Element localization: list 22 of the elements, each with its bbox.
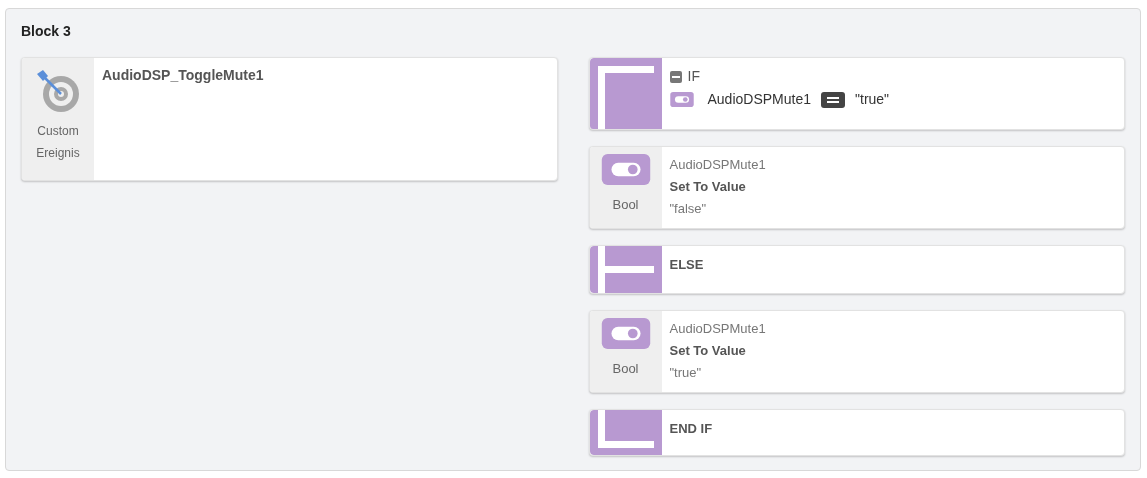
- type-label: Custom Ereignis: [35, 123, 81, 162]
- type-label: Bool: [612, 360, 639, 378]
- else-label: ELSE: [668, 256, 704, 274]
- action-label: Set To Value: [669, 178, 747, 196]
- value-text: "true": [669, 364, 703, 382]
- toggle-icon: [600, 154, 651, 185]
- variable-name: AudioDSPMute1: [669, 320, 766, 338]
- event-name: AudioDSP_ToggleMute1: [101, 66, 264, 85]
- variable-name: AudioDSPMute1: [669, 156, 766, 174]
- dartboard-icon: [35, 68, 81, 114]
- block-title: Block 3: [21, 22, 72, 41]
- variable-name: AudioDSPMute1: [707, 90, 811, 109]
- equals-icon: [821, 91, 845, 108]
- end-if-label: END IF: [668, 420, 713, 438]
- type-label: Bool: [612, 196, 639, 214]
- value-text: "false": [669, 200, 708, 218]
- action-label: Set To Value: [669, 342, 747, 360]
- condition-value: "true": [855, 90, 890, 109]
- toggle-icon: [669, 92, 694, 107]
- toggle-icon: [600, 318, 651, 349]
- if-label: IF: [687, 67, 700, 86]
- collapse-icon[interactable]: [669, 70, 682, 83]
